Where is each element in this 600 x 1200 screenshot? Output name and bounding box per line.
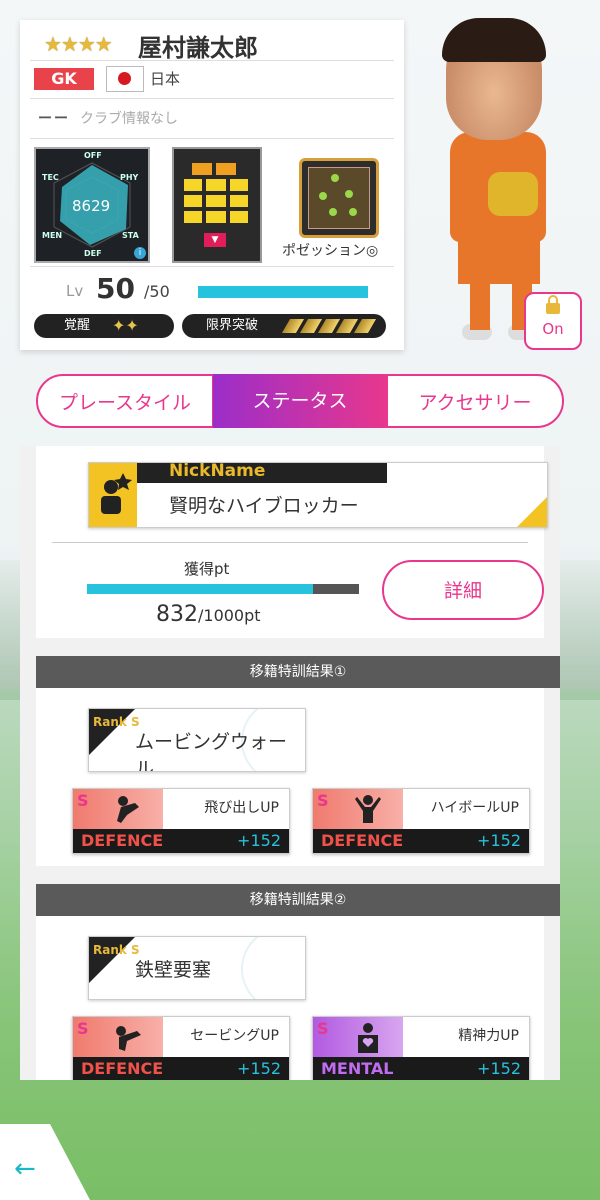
divider [30, 98, 394, 99]
category-label: DEFENCE [81, 1059, 164, 1078]
radar-label-off: OFF [84, 151, 102, 160]
rank-skill-name: ムービングウォール [135, 731, 288, 772]
points-current: 832 [156, 602, 198, 627]
radar-label-men: MEN [42, 231, 63, 240]
total-power-value: 8629 [72, 197, 111, 215]
points-label: 獲得pt [184, 560, 230, 578]
divider [30, 266, 394, 267]
goalkeeper-glove [488, 172, 538, 216]
rank-badge-label: Rank S [93, 715, 140, 729]
grade-label: S [317, 1019, 329, 1038]
jump-figure-icon [355, 795, 381, 823]
heart-figure-icon [358, 1023, 378, 1053]
transfer-result-2-header: 移籍特訓結果② [36, 884, 560, 916]
stat-up-value: +152 [237, 831, 281, 850]
points-max: /1000pt [198, 606, 261, 625]
stat-up-card[interactable]: S 精神力UP MENTAL +152 [312, 1016, 530, 1080]
divider [30, 138, 394, 139]
dive-figure-icon [117, 796, 139, 823]
stats-radar-chart[interactable]: OFF TEC PHY MEN STA DEF 8629 i [34, 147, 150, 263]
limit-break-label: 限界突破 [206, 318, 259, 333]
radar-label-def: DEF [84, 249, 102, 258]
info-icon[interactable]: i [134, 247, 146, 259]
radar-label-phy: PHY [120, 173, 139, 182]
grade-label: S [77, 791, 89, 810]
level-label: Lv [66, 282, 84, 300]
points-progress-bar [87, 584, 359, 594]
stat-up-card[interactable]: S セービングUP DEFENCE +152 [72, 1016, 290, 1080]
player-profile-card: ★★★★ 屋村謙太郎 GK 日本 ーー クラブ情報なし OFF TEC PHY M… [20, 20, 404, 350]
category-label: DEFENCE [321, 831, 404, 850]
tab-accessory[interactable]: アクセサリー [386, 374, 564, 428]
position-badge: GK [34, 68, 94, 90]
person-icon [101, 473, 132, 514]
points-progress-fill [87, 584, 314, 594]
rank-skill-name: 鉄壁要塞 [135, 959, 212, 981]
soccer-ball-icon [241, 937, 305, 999]
grade-label: S [77, 1019, 89, 1038]
points-value: 832/1000pt [156, 602, 261, 627]
rank-skill-card[interactable]: Rank S 鉄壁要塞 [88, 936, 306, 1000]
player-hair [442, 18, 546, 62]
nickname-corner [517, 497, 547, 527]
club-dash: ーー [38, 111, 70, 127]
level-value: 50 [96, 272, 135, 305]
rank-skill-card[interactable]: Rank S ムービングウォール [88, 708, 306, 772]
grade-label: S [317, 791, 329, 810]
nickname-section: NickName 賢明なハイブロッカー 獲得pt 832/1000pt 詳細 [36, 446, 548, 638]
player-name: 屋村謙太郎 [138, 34, 258, 62]
transfer-result-1-section: Rank S ムービングウォール S 飛び出しUP DEFENCE +152 S … [36, 688, 544, 866]
level-progress-bar [198, 286, 368, 298]
stat-up-card[interactable]: S ハイボールUP DEFENCE +152 [312, 788, 530, 854]
awaken-badge: 覚醒 ✦✦ [34, 314, 174, 338]
formation-marker: ▼ [204, 233, 226, 247]
transfer-result-1-header: 移籍特訓結果① [36, 656, 560, 688]
leg [470, 280, 490, 330]
awaken-label: 覚醒 [64, 318, 91, 333]
level-max: /50 [144, 282, 170, 301]
lock-label: On [542, 320, 564, 338]
country-label: 日本 [150, 70, 181, 88]
stat-up-label: ハイボールUP [430, 800, 519, 816]
lock-toggle-button[interactable]: On [524, 292, 582, 350]
nickname-person-icon [89, 463, 137, 527]
detail-button[interactable]: 詳細 [382, 560, 544, 620]
stat-up-value: +152 [237, 1059, 281, 1078]
nickname-card: NickName 賢明なハイブロッカー [88, 461, 548, 528]
stat-up-label: 精神力UP [458, 1028, 519, 1044]
japan-flag-icon [106, 66, 144, 92]
club-label: クラブ情報なし [80, 111, 178, 127]
stat-up-value: +152 [477, 831, 521, 850]
category-label: DEFENCE [81, 831, 164, 850]
nickname-value: 賢明なハイブロッカー [169, 495, 359, 517]
limit-break-slot-icon [353, 319, 377, 333]
rarity-stars: ★★★★ [44, 32, 113, 56]
stat-up-value: +152 [477, 1059, 521, 1078]
stat-up-label: セービングUP [190, 1028, 279, 1044]
stat-up-card[interactable]: S 飛び出しUP DEFENCE +152 [72, 788, 290, 854]
tab-playstyle[interactable]: プレースタイル [36, 374, 214, 428]
back-arrow-icon: ← [14, 1154, 36, 1184]
skill-label: ポゼッション◎ [282, 243, 379, 259]
formation-icon[interactable]: ▼ [172, 147, 262, 263]
nickname-header: NickName [169, 461, 266, 481]
club-info: ーー クラブ情報なし [38, 108, 178, 128]
rank-badge-label: Rank S [93, 943, 140, 957]
save-figure-icon [116, 1026, 141, 1051]
transfer-result-2-section: Rank S 鉄壁要塞 S セービングUP DEFENCE +152 S 精神力U… [36, 916, 544, 1080]
skill-icon[interactable] [299, 158, 379, 238]
radar-label-tec: TEC [42, 173, 59, 182]
category-label: MENTAL [321, 1059, 394, 1078]
status-scroll-panel[interactable]: NickName 賢明なハイブロッカー 獲得pt 832/1000pt 詳細 移… [20, 446, 560, 1080]
stat-up-label: 飛び出しUP [204, 800, 279, 816]
divider [52, 542, 528, 543]
limit-break-badge: 限界突破 [182, 314, 386, 338]
divider [30, 60, 394, 61]
radar-label-sta: STA [122, 231, 139, 240]
awaken-star-icons: ✦✦ [112, 316, 139, 335]
lock-icon [546, 295, 560, 314]
tab-status[interactable]: ステータス [213, 374, 387, 428]
